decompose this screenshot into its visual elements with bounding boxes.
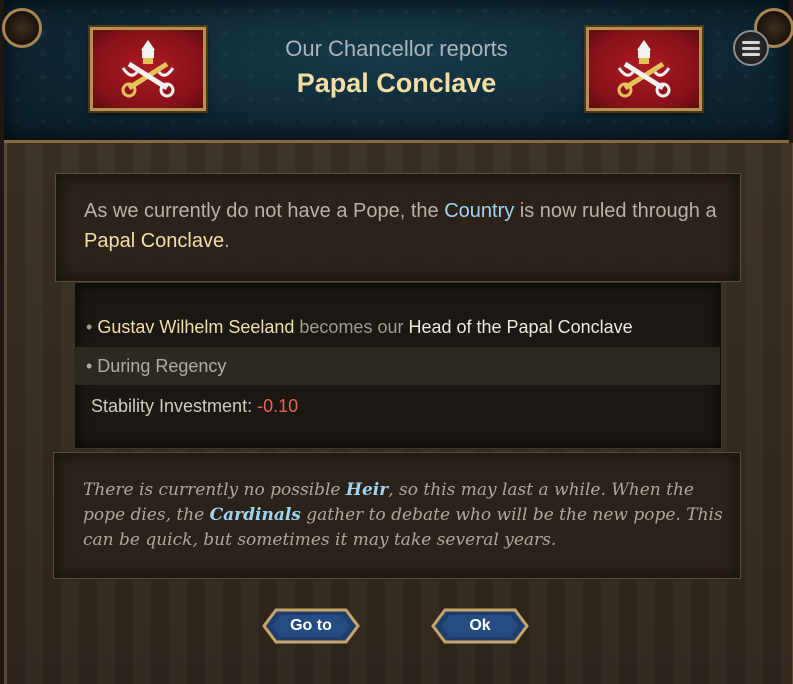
character-name-link[interactable]: Gustav Wilhelm Seeland	[97, 317, 294, 337]
event-subtitle: Our Chancellor reports	[285, 36, 508, 61]
event-window: Our Chancellor reports Papal Conclave As…	[0, 0, 793, 684]
ok-button[interactable]: Ok	[431, 607, 529, 645]
papal-conclave-link[interactable]: Papal Conclave	[84, 230, 224, 252]
effect-row-regency: • During Regency	[74, 347, 720, 385]
cardinals-link[interactable]: Cardinals	[210, 505, 301, 525]
description-text: As we currently do not have a Pope, the …	[84, 200, 717, 252]
goto-button[interactable]: Go to	[262, 607, 360, 645]
country-link[interactable]: Country	[444, 200, 514, 222]
flavor-text: There is currently no possible Heir, so …	[83, 480, 723, 550]
menu-icon[interactable]	[733, 30, 769, 66]
event-title: Papal Conclave	[296, 68, 497, 98]
effect-row-stability: Stability Investment: -0.10	[91, 396, 299, 416]
effect-row-head: • Gustav Wilhelm Seeland becomes our Hea…	[86, 317, 633, 337]
heir-link[interactable]: Heir	[346, 480, 388, 500]
stability-value: -0.10	[257, 396, 299, 416]
